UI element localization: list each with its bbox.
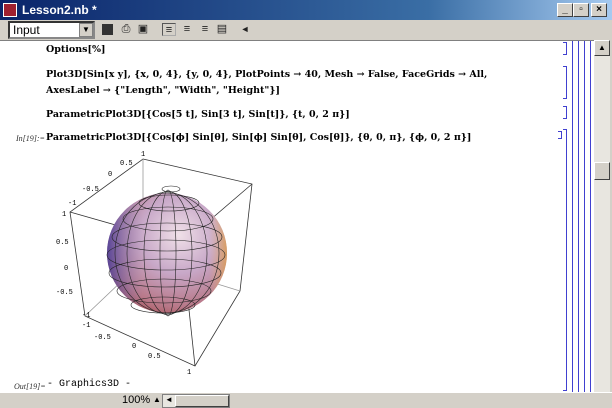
scroll-thumb[interactable] — [594, 162, 610, 180]
minimize-button[interactable]: _ — [557, 3, 573, 17]
maximize-button[interactable]: ▫ — [573, 3, 589, 17]
cell-style-value: Input — [13, 23, 40, 37]
justify-icon[interactable]: ▤ — [215, 23, 229, 36]
group-bracket[interactable] — [590, 41, 591, 393]
cell-bracket[interactable] — [563, 66, 567, 99]
window-title: Lesson2.nb * — [22, 3, 97, 17]
tick-bottom-4: 1 — [187, 369, 191, 377]
tick-top-0: 1 — [141, 151, 145, 159]
tick-bottom-2: 0 — [132, 343, 136, 351]
toolbar: Input ▼ ⎙ ▣ ≡ ≡ ≡ ▤ ◄ — [0, 20, 612, 40]
align-left-icon[interactable]: ≡ — [162, 23, 176, 36]
zoom-menu-arrow-icon[interactable]: ▲ — [153, 395, 161, 404]
output-label: Out[19]= — [14, 382, 46, 391]
align-right-icon[interactable]: ≡ — [198, 23, 212, 36]
cell-bracket[interactable] — [563, 129, 567, 391]
tick-top-4: -1 — [68, 200, 76, 208]
collapse-arrow-icon[interactable]: ◄ — [238, 23, 252, 36]
save-icon[interactable] — [102, 24, 113, 35]
print-icon[interactable]: ⎙ — [119, 23, 133, 36]
inspector-icon[interactable]: ▣ — [136, 23, 150, 36]
scroll-left-button[interactable]: ◄ — [165, 395, 173, 404]
cell-bracket[interactable] — [563, 42, 567, 55]
sphere-plot: 1 0.5 0 -0.5 -1 1 0.5 0 -0.5 -1 -1 -0.5 … — [56, 151, 253, 377]
mathematica-icon — [3, 3, 17, 17]
status-bar: 100% ▲ ◄ — [0, 392, 612, 408]
cell-style-select[interactable]: Input ▼ — [8, 21, 95, 39]
group-bracket[interactable] — [578, 41, 579, 393]
tick-left-3: -0.5 — [56, 289, 73, 297]
scroll-up-button[interactable]: ▲ — [594, 40, 610, 56]
vertical-scrollbar[interactable]: ▲ — [594, 40, 610, 392]
chevron-down-icon[interactable]: ▼ — [79, 23, 93, 37]
tick-top-3: -0.5 — [82, 186, 99, 194]
tick-left-4: -1 — [82, 312, 90, 320]
tick-bottom-1: -0.5 — [94, 334, 111, 342]
group-bracket[interactable] — [584, 41, 585, 393]
notebook-content[interactable]: Options[%] Plot3D[Sin[x y], {x, 0, 4}, {… — [0, 40, 594, 393]
tick-left-2: 0 — [64, 265, 68, 273]
close-button[interactable]: × — [591, 3, 607, 17]
tick-bottom-3: 0.5 — [148, 353, 161, 361]
align-center-icon[interactable]: ≡ — [180, 23, 194, 36]
tick-left-1: 0.5 — [56, 239, 69, 247]
title-bar: Lesson2.nb * _ ▫ × — [0, 0, 612, 20]
cell-bracket[interactable] — [558, 131, 562, 139]
output-graphics3d[interactable]: - Graphics3D - — [47, 379, 131, 390]
group-bracket[interactable] — [572, 41, 573, 393]
tick-left-0: 1 — [62, 211, 66, 219]
horizontal-scrollbar[interactable]: ◄ — [162, 394, 230, 408]
zoom-level[interactable]: 100% — [122, 394, 150, 406]
horizontal-scroll-thumb[interactable] — [175, 395, 229, 407]
tick-bottom-0: -1 — [82, 322, 90, 330]
tick-top-2: 0 — [108, 171, 112, 179]
tick-top-1: 0.5 — [120, 160, 133, 168]
cell-bracket[interactable] — [563, 106, 567, 119]
